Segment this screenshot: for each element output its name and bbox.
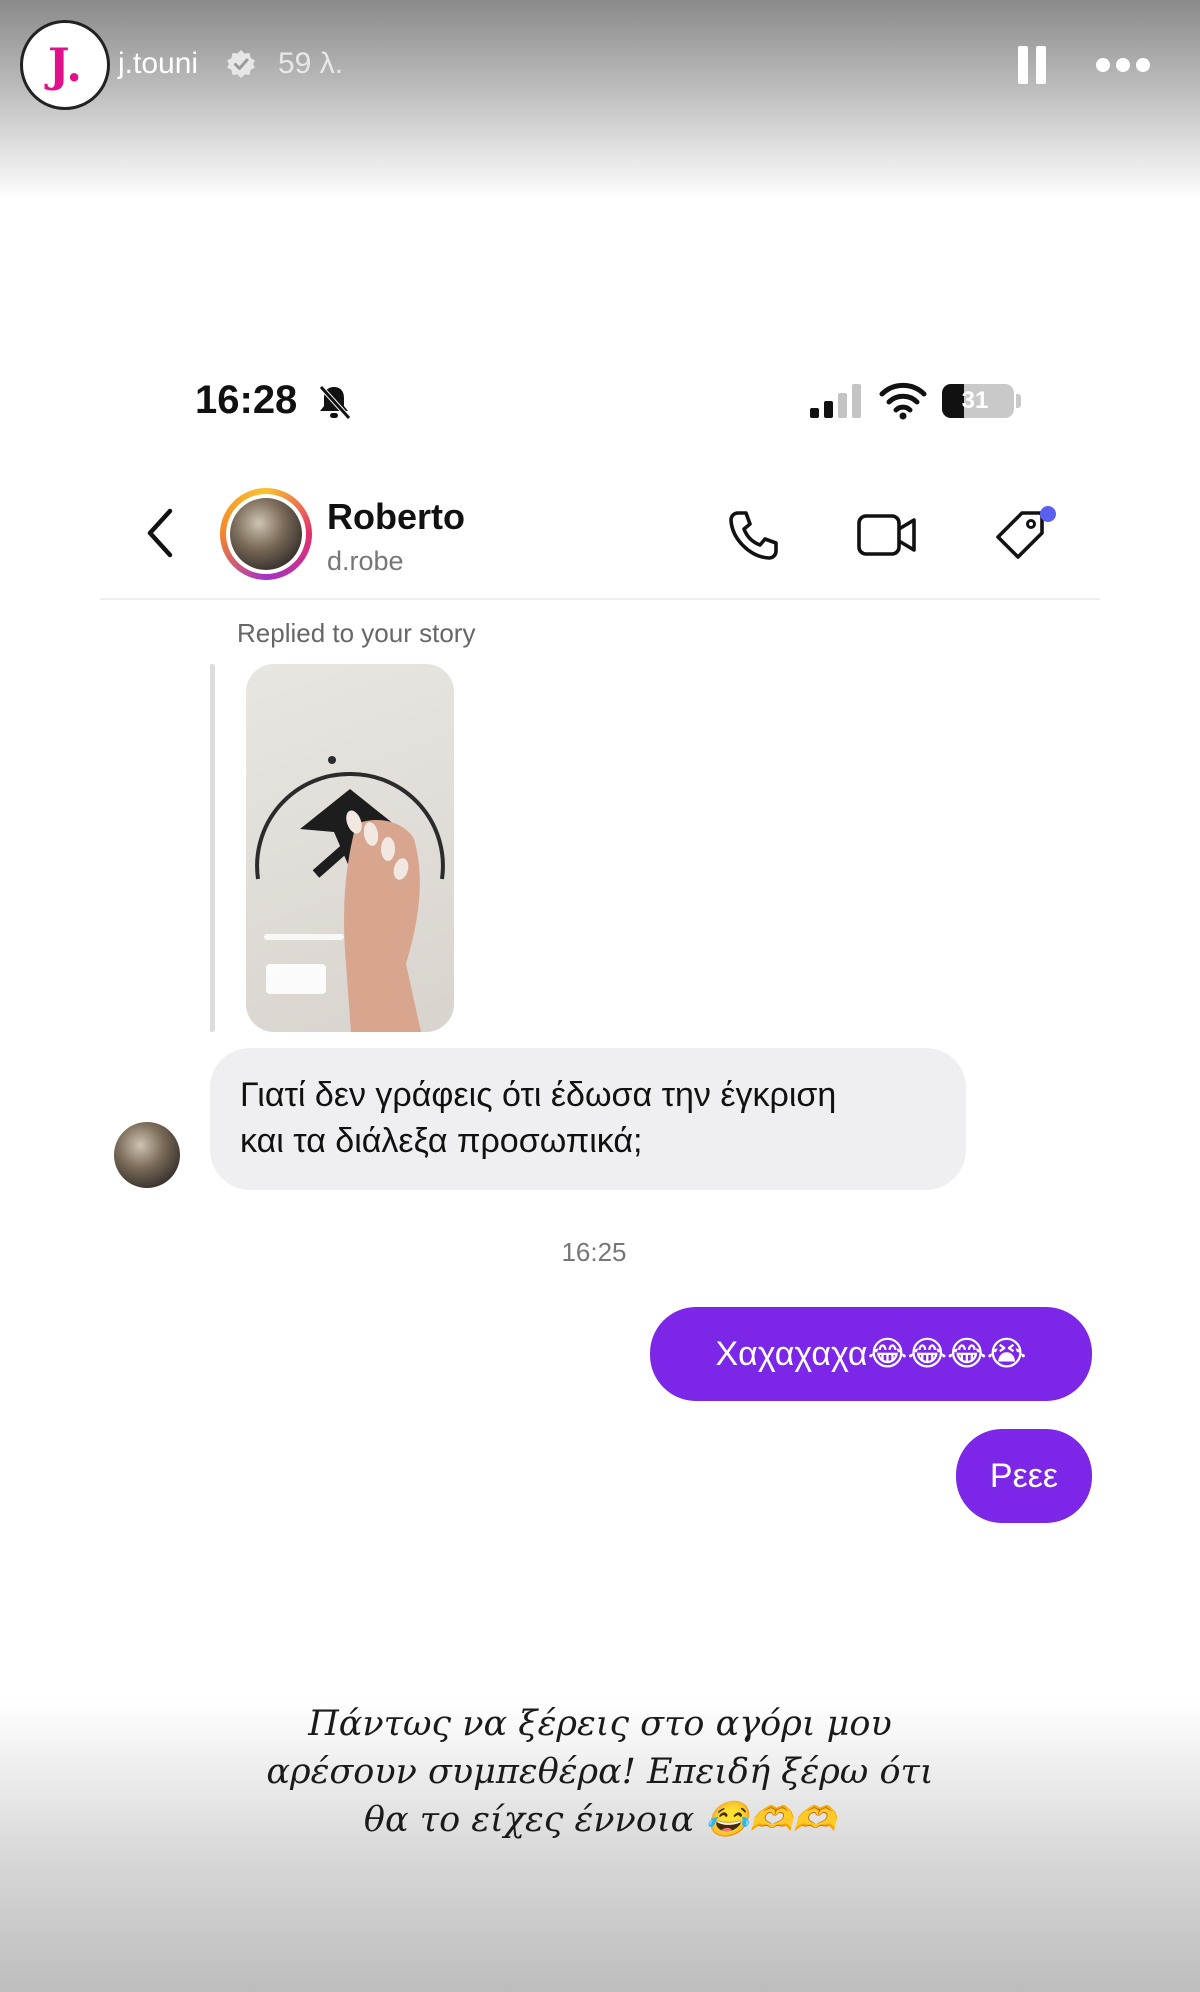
video-icon[interactable] [856,510,918,560]
story-time-ago: 59 λ. [278,47,344,80]
story-caption: Πάντως να ξέρεις στο αγόρι μου αρέσουν σ… [150,1700,1050,1844]
sender-avatar[interactable] [114,1122,180,1188]
caption-line: Πάντως να ξέρεις στο αγόρι μου [308,1704,892,1744]
phone-icon[interactable] [724,507,782,565]
caption-line: θα το είχες έννοια 😂🫶🫶 [363,1800,837,1840]
story-thumbnail-image [255,756,445,1032]
pause-icon[interactable] [1018,46,1048,84]
incoming-message-line: και τα διάλεξα προσωπικά; [240,1122,643,1160]
status-bar-time: 16:28 [195,378,298,422]
reply-quote-bar [210,664,215,1032]
header-divider [100,598,1100,600]
story-thumbnail[interactable] [246,664,454,1032]
bell-slash-icon [319,385,351,420]
outgoing-message-bubble[interactable]: Ρεεε [956,1429,1092,1523]
battery-icon: 31 [942,384,1014,418]
more-icon[interactable] [1096,58,1150,72]
caption-line: αρέσουν συμπεθέρα! Επειδή ξέρω ότι [266,1752,934,1792]
replied-to-story-label: Replied to your story [237,618,476,648]
contact-name[interactable]: Roberto [327,496,465,538]
story-top-overlay [0,0,1200,200]
signal-icon [810,384,861,418]
avatar-letter: J. [47,38,83,92]
tag-icon[interactable] [992,505,1056,569]
contact-avatar[interactable] [220,488,312,580]
outgoing-message-bubble[interactable]: Χαχαχαχα😂😂😂😭 [650,1307,1092,1401]
wifi-icon [879,382,927,420]
battery-tip [1016,394,1021,408]
incoming-message-bubble[interactable]: Γιατί δεν γράφεις ότι έδωσα την έγκριση … [210,1048,966,1190]
incoming-message-line: Γιατί δεν γράφεις ότι έδωσα την έγκριση [240,1076,837,1114]
verified-badge-icon [227,50,255,78]
battery-level: 31 [961,387,989,414]
contact-handle[interactable]: d.robe [327,546,404,577]
story-author-avatar[interactable]: J. [20,20,110,110]
message-timestamp: 16:25 [561,1237,627,1267]
story-username[interactable]: j.touni [118,47,198,81]
back-icon[interactable] [142,505,178,561]
